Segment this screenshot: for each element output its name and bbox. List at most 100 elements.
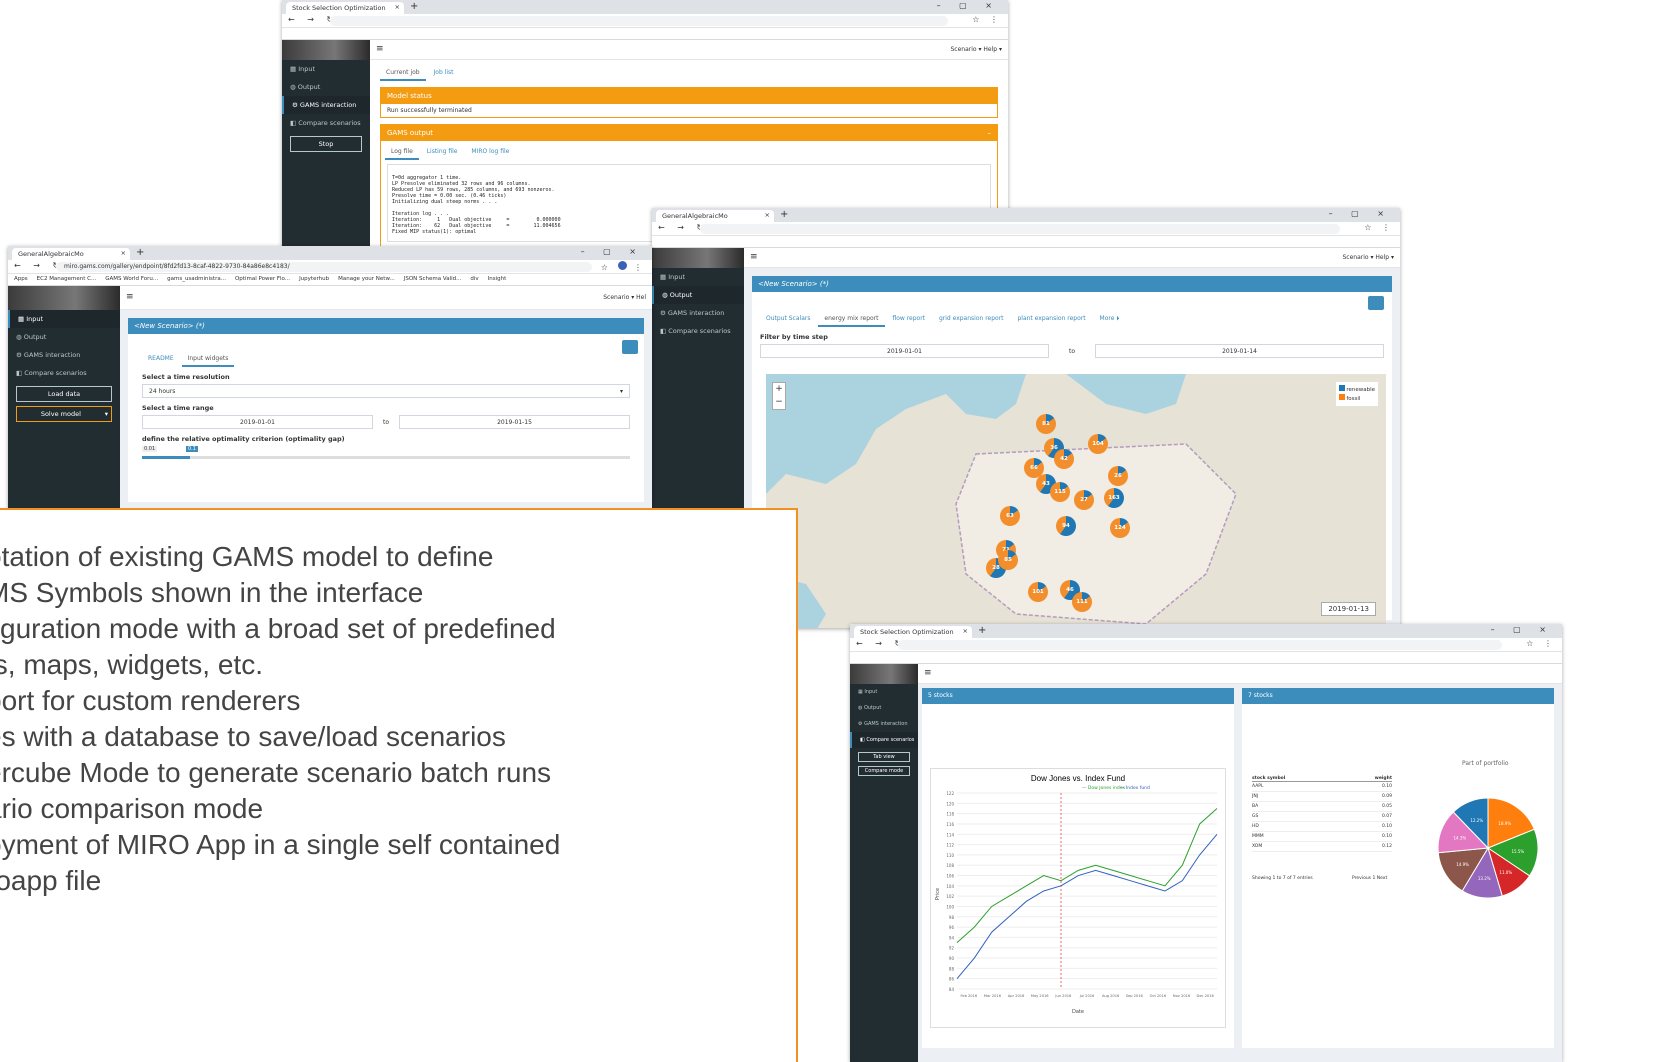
caret-down-icon[interactable]: ▾: [105, 410, 111, 418]
tab-flow-report[interactable]: flow report: [886, 312, 931, 325]
new-tab-icon[interactable]: +: [136, 247, 144, 258]
sidebar-item-input[interactable]: ▦ Input: [282, 60, 370, 78]
bookmark[interactable]: gams_usadministra...: [167, 276, 226, 282]
bookmark[interactable]: div: [470, 276, 478, 282]
new-tab-icon[interactable]: +: [978, 625, 986, 636]
date-from-input[interactable]: 2019-01-01: [760, 344, 1049, 358]
plant-marker[interactable]: 124: [1110, 518, 1130, 538]
close-icon[interactable]: ×: [765, 211, 770, 219]
bookmark[interactable]: Manage your Netw...: [338, 276, 395, 282]
sidebar-item-gams[interactable]: ⚙ GAMS interaction: [282, 96, 370, 114]
date-to-input[interactable]: 2019-01-14: [1095, 344, 1384, 358]
tab-more[interactable]: More ⏵: [1094, 312, 1126, 326]
tab-readme[interactable]: README: [142, 352, 180, 365]
collapse-icon[interactable]: –: [988, 129, 992, 137]
close-icon[interactable]: ×: [963, 627, 968, 635]
sidebar-item-compare[interactable]: ◧ Compare scenarios: [652, 322, 744, 340]
solve-model-button[interactable]: Solve model ▾: [16, 406, 112, 422]
gap-slider[interactable]: 0.01 0.1: [142, 446, 630, 460]
sidebar-item-compare[interactable]: ◧ Compare scenarios: [282, 114, 370, 132]
plant-marker[interactable]: 85: [998, 550, 1018, 570]
menu-icon[interactable]: ≡: [126, 292, 134, 302]
sidebar-item-compare[interactable]: ◧ Compare scenarios: [850, 732, 918, 748]
sidebar-item-input[interactable]: ▦ Input: [850, 684, 918, 700]
browser-tab[interactable]: Stock Selection Optimization ×: [854, 626, 972, 638]
url-field[interactable]: miro.gams.com/gallery/endpoint/8fd2fd13-…: [56, 262, 592, 272]
range-to-input[interactable]: 2019-01-15: [399, 415, 630, 429]
window-controls[interactable]: – ▢ ×: [1491, 625, 1554, 634]
plant-marker[interactable]: 111: [1072, 592, 1092, 612]
new-tab-icon[interactable]: +: [780, 209, 788, 220]
scenario-help-menu[interactable]: Scenario ▾ Help ▾: [950, 46, 1002, 53]
plant-marker[interactable]: 104: [1088, 434, 1108, 454]
scenario-help-menu[interactable]: Scenario ▾ Help ▾: [1342, 254, 1394, 261]
tab-view-button[interactable]: Tab view: [858, 752, 910, 762]
browser-tab[interactable]: Stock Selection Optimization ×: [286, 2, 404, 14]
sidebar-item-gams[interactable]: ⚙ GAMS interaction: [652, 304, 744, 322]
tab-current-job[interactable]: Current job: [380, 66, 426, 81]
url-field[interactable]: [330, 16, 948, 26]
sidebar-item-output[interactable]: ◍ Output: [850, 700, 918, 716]
tab-output-scalars[interactable]: Output Scalars: [760, 312, 816, 325]
tab-input-widgets[interactable]: Input widgets: [181, 352, 235, 367]
sidebar-item-compare[interactable]: ◧ Compare scenarios: [8, 364, 120, 382]
bookmark[interactable]: GAMS World Foru...: [105, 276, 158, 282]
menu-icon[interactable]: ≡: [924, 668, 932, 678]
plant-marker[interactable]: 94: [1056, 516, 1076, 536]
tab-grid-expansion[interactable]: grid expansion report: [933, 312, 1010, 325]
sidebar-item-input[interactable]: ▦ Input: [652, 268, 744, 286]
url-field[interactable]: [700, 224, 1340, 234]
bookmark[interactable]: Optimal Power Flo...: [235, 276, 290, 282]
url-field[interactable]: [898, 640, 1502, 650]
browser-actions[interactable]: ☆ ⋮: [601, 261, 646, 272]
menu-icon[interactable]: ≡: [750, 252, 758, 262]
tab-miro-log[interactable]: MIRO log file: [465, 145, 515, 158]
range-from-input[interactable]: 2019-01-01: [142, 415, 373, 429]
chart-view-button[interactable]: [622, 340, 638, 354]
tab-plant-expansion[interactable]: plant expansion report: [1011, 312, 1091, 325]
plant-marker[interactable]: 27: [1074, 490, 1094, 510]
window-controls[interactable]: – ▢ ×: [581, 247, 644, 256]
scenario-help-menu[interactable]: Scenario ▾ Hel: [603, 294, 646, 301]
plant-marker[interactable]: 63: [1000, 506, 1020, 526]
window-controls[interactable]: – ▢ ×: [1329, 209, 1392, 218]
plant-marker[interactable]: 81: [1036, 414, 1056, 434]
browser-actions[interactable]: ☆ ⋮: [1526, 639, 1556, 648]
window-controls[interactable]: – ▢ ×: [937, 1, 1000, 10]
browser-tab[interactable]: GeneralAlgebraicMo ×: [12, 248, 130, 260]
sidebar-item-output[interactable]: ◍ Output: [652, 286, 744, 304]
sidebar-item-gams[interactable]: ⚙ GAMS interaction: [850, 716, 918, 732]
tab-job-list[interactable]: Job list: [428, 66, 460, 79]
chart-view-button[interactable]: [1368, 296, 1384, 310]
new-tab-icon[interactable]: +: [410, 1, 418, 12]
close-icon[interactable]: ×: [121, 249, 126, 257]
load-data-button[interactable]: Load data: [16, 386, 112, 402]
bookmark[interactable]: Jupyterhub: [299, 276, 329, 282]
map[interactable]: + − renewable fossil 81 104 36 42 66 43 115 27 16…: [766, 374, 1386, 628]
tab-listing-file[interactable]: Listing file: [421, 145, 464, 158]
plant-marker[interactable]: 115: [1050, 482, 1070, 502]
sidebar-item-input[interactable]: ▦ Input: [8, 310, 120, 328]
plant-marker[interactable]: 101: [1028, 582, 1048, 602]
browser-tab[interactable]: GeneralAlgebraicMo ×: [656, 210, 774, 222]
tab-log-file[interactable]: Log file: [385, 145, 419, 160]
plant-marker[interactable]: 163: [1104, 488, 1124, 508]
avatar[interactable]: [618, 261, 628, 270]
sidebar-item-output[interactable]: ◍ Output: [8, 328, 120, 346]
close-icon[interactable]: ×: [395, 3, 400, 11]
plant-marker[interactable]: 26: [1108, 466, 1128, 486]
table-pager[interactable]: Previous 1 Next: [1352, 876, 1387, 881]
browser-actions[interactable]: ☆ ⋮: [1364, 223, 1394, 232]
zoom-control[interactable]: + −: [772, 382, 786, 410]
tab-energy-mix[interactable]: energy mix report: [818, 312, 885, 327]
plant-marker[interactable]: 42: [1054, 449, 1074, 469]
bookmark[interactable]: JSON Schema Valid...: [404, 276, 462, 282]
bookmark[interactable]: EC2 Management C...: [37, 276, 97, 282]
menu-icon[interactable]: ≡: [376, 44, 384, 54]
bookmark[interactable]: Insight: [488, 276, 507, 282]
compare-mode-button[interactable]: Compare mode: [858, 766, 910, 776]
sidebar-item-output[interactable]: ◍ Output: [282, 78, 370, 96]
browser-actions[interactable]: ☆ ⋮: [972, 15, 1002, 24]
stop-button[interactable]: Stop: [290, 136, 362, 152]
resolution-select[interactable]: 24 hours ▾: [142, 384, 630, 398]
